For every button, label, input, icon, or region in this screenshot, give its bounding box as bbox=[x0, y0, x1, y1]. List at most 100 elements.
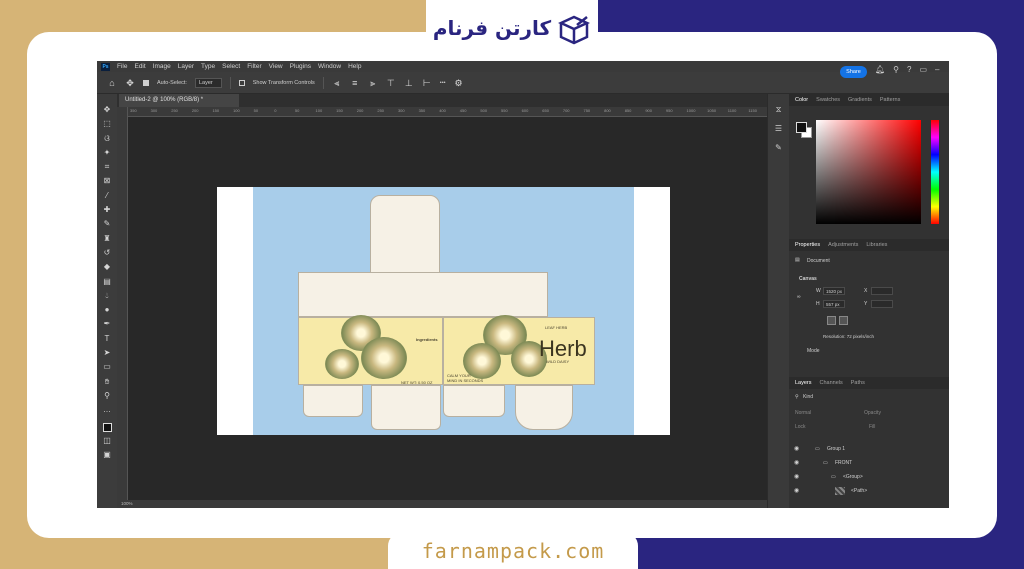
more-tools-icon[interactable]: … bbox=[101, 404, 113, 415]
menu-type[interactable]: Type bbox=[201, 63, 215, 70]
menu-plugins[interactable]: Plugins bbox=[290, 63, 311, 70]
menu-view[interactable]: View bbox=[269, 63, 283, 70]
foreground-color-swatch[interactable] bbox=[102, 422, 112, 432]
horizontal-ruler: 350 300 250 200 150 100 50 0 50 100 150 200 250 300 35… bbox=[128, 107, 767, 117]
properties-icon[interactable]: ☰ bbox=[773, 123, 784, 134]
history-icon[interactable]: ⧖ bbox=[773, 104, 784, 115]
landscape-orientation-icon[interactable] bbox=[839, 316, 848, 325]
help-icon[interactable]: ? bbox=[907, 65, 911, 74]
type-tool-icon[interactable]: T bbox=[101, 333, 113, 344]
screen-mode-icon[interactable]: ▣ bbox=[101, 449, 113, 460]
move-tool-icon[interactable]: ✥ bbox=[101, 104, 113, 115]
dieline-bottom-flap-far-right bbox=[515, 385, 573, 430]
tab-swatches[interactable]: Swatches bbox=[816, 94, 840, 106]
visibility-eye-icon[interactable]: ◉ bbox=[794, 484, 799, 498]
marquee-tool-icon[interactable]: ⬚ bbox=[101, 118, 113, 129]
tab-layers[interactable]: Layers bbox=[795, 377, 812, 389]
eraser-tool-icon[interactable]: ◆ bbox=[101, 261, 113, 272]
history-brush-icon[interactable]: ↺ bbox=[101, 247, 113, 258]
filter-search-icon: ⚲ bbox=[795, 394, 799, 400]
path-selection-icon[interactable]: ➤ bbox=[101, 347, 113, 358]
auto-select-dropdown[interactable]: Layer bbox=[194, 77, 222, 88]
search-icon[interactable]: ⚲ bbox=[893, 65, 899, 74]
color-picker-field[interactable] bbox=[816, 120, 921, 224]
canvas-area[interactable]: Herb WILD DAISY LEAF HERB Ingredients CA… bbox=[128, 117, 798, 508]
align-bottom-icon[interactable]: ⊢ bbox=[422, 78, 432, 88]
pen-tool-icon[interactable]: ✒ bbox=[101, 318, 113, 329]
magic-wand-tool-icon[interactable]: ✦ bbox=[101, 147, 113, 158]
menu-edit[interactable]: Edit bbox=[134, 63, 145, 70]
settings-gear-icon[interactable]: ⚙ bbox=[454, 78, 464, 88]
hand-tool-icon[interactable]: ✋︎ bbox=[101, 376, 113, 387]
menu-layer[interactable]: Layer bbox=[178, 63, 194, 70]
ruler-tick-label: 300 bbox=[150, 108, 158, 113]
brush-tool-icon[interactable]: ✎ bbox=[101, 218, 113, 229]
resolution-text: Resolution: 72 pixels/inch bbox=[823, 334, 875, 339]
align-center-icon[interactable]: ≡ bbox=[350, 78, 360, 88]
align-left-icon[interactable]: ⫷ bbox=[332, 78, 342, 88]
share-button[interactable]: Share bbox=[840, 66, 867, 78]
menu-filter[interactable]: Filter bbox=[247, 63, 261, 70]
frame-tool-icon[interactable]: ⊠ bbox=[101, 175, 113, 186]
auto-select-checkbox[interactable] bbox=[143, 79, 149, 86]
dodge-tool-icon[interactable]: ● bbox=[101, 304, 113, 315]
layer-row-front[interactable]: ◉ ▭ FRONT bbox=[789, 456, 941, 470]
align-middle-icon[interactable]: ⊥ bbox=[404, 78, 414, 88]
bell-icon[interactable]: 🔔︎ bbox=[875, 65, 885, 74]
more-options-button[interactable]: ••• bbox=[440, 80, 446, 86]
menu-image[interactable]: Image bbox=[153, 63, 171, 70]
tab-paths[interactable]: Paths bbox=[851, 377, 865, 389]
ruler-tick-label: 350 bbox=[418, 108, 426, 113]
hue-slider[interactable] bbox=[931, 120, 939, 224]
eyedropper-tool-icon[interactable]: ⁄ bbox=[101, 190, 113, 201]
stamp-tool-icon[interactable]: ♜ bbox=[101, 233, 113, 244]
visibility-eye-icon[interactable]: ◉ bbox=[794, 442, 799, 456]
move-tool-icon[interactable]: ✥ bbox=[125, 78, 135, 88]
photoshop-window: Ps File Edit Image Layer Type Select Fil… bbox=[97, 61, 949, 508]
rectangle-tool-icon[interactable]: ▭ bbox=[101, 361, 113, 372]
y-input[interactable] bbox=[871, 300, 893, 308]
visibility-eye-icon[interactable]: ◉ bbox=[794, 470, 799, 484]
tab-properties[interactable]: Properties bbox=[795, 239, 820, 251]
menu-help[interactable]: Help bbox=[348, 63, 361, 70]
tab-adjustments[interactable]: Adjustments bbox=[828, 239, 858, 251]
blend-mode-select[interactable]: Normal bbox=[795, 410, 811, 416]
menu-select[interactable]: Select bbox=[222, 63, 240, 70]
home-icon[interactable]: ⌂ bbox=[107, 78, 117, 88]
tab-patterns[interactable]: Patterns bbox=[880, 94, 900, 106]
brush-settings-icon[interactable]: ✎ bbox=[773, 142, 784, 153]
x-input[interactable] bbox=[871, 287, 893, 295]
kind-filter[interactable]: Kind bbox=[803, 394, 813, 400]
width-input[interactable]: 1520 px bbox=[823, 287, 845, 295]
transform-controls-checkbox[interactable] bbox=[238, 79, 245, 86]
layer-row-path[interactable]: ◉ <Path> bbox=[789, 484, 941, 498]
lasso-tool-icon[interactable]: ଓ bbox=[101, 133, 113, 144]
quick-mask-icon[interactable]: ◫ bbox=[101, 435, 113, 446]
height-input[interactable]: 557 px bbox=[823, 300, 845, 308]
minimize-icon[interactable]: – bbox=[935, 65, 939, 74]
foreground-color-swatch[interactable] bbox=[796, 122, 807, 133]
blur-tool-icon[interactable]: 💧︎ bbox=[101, 290, 113, 301]
ruler-tick-label: 750 bbox=[583, 108, 591, 113]
document-canvas[interactable]: Herb WILD DAISY LEAF HERB Ingredients CA… bbox=[217, 187, 670, 435]
healing-brush-icon[interactable]: ✚ bbox=[101, 204, 113, 215]
window-layout-icon[interactable]: ▭ bbox=[919, 65, 927, 74]
link-icon[interactable]: ∞ bbox=[797, 294, 801, 300]
align-right-icon[interactable]: ⫸ bbox=[368, 78, 378, 88]
align-top-icon[interactable]: ⊤ bbox=[386, 78, 396, 88]
layer-row-group-1[interactable]: ◉ ▭ Group 1 bbox=[789, 442, 941, 456]
layer-row-group[interactable]: ◉ ▭ <Group> bbox=[789, 470, 941, 484]
gradient-tool-icon[interactable]: ▤ bbox=[101, 276, 113, 287]
tab-channels[interactable]: Channels bbox=[820, 377, 843, 389]
crop-tool-icon[interactable]: ⌗ bbox=[101, 161, 113, 172]
visibility-eye-icon[interactable]: ◉ bbox=[794, 456, 799, 470]
tab-color[interactable]: Color bbox=[795, 94, 808, 106]
portrait-orientation-icon[interactable] bbox=[827, 316, 836, 325]
menu-file[interactable]: File bbox=[117, 63, 127, 70]
zoom-tool-icon[interactable]: ⚲ bbox=[101, 390, 113, 401]
document-tab[interactable]: Untitled-2 @ 100% (RGB/8) * bbox=[119, 94, 239, 107]
tab-gradients[interactable]: Gradients bbox=[848, 94, 872, 106]
ruler-tick-label: 900 bbox=[645, 108, 652, 113]
menu-window[interactable]: Window bbox=[318, 63, 341, 70]
tab-libraries[interactable]: Libraries bbox=[866, 239, 887, 251]
